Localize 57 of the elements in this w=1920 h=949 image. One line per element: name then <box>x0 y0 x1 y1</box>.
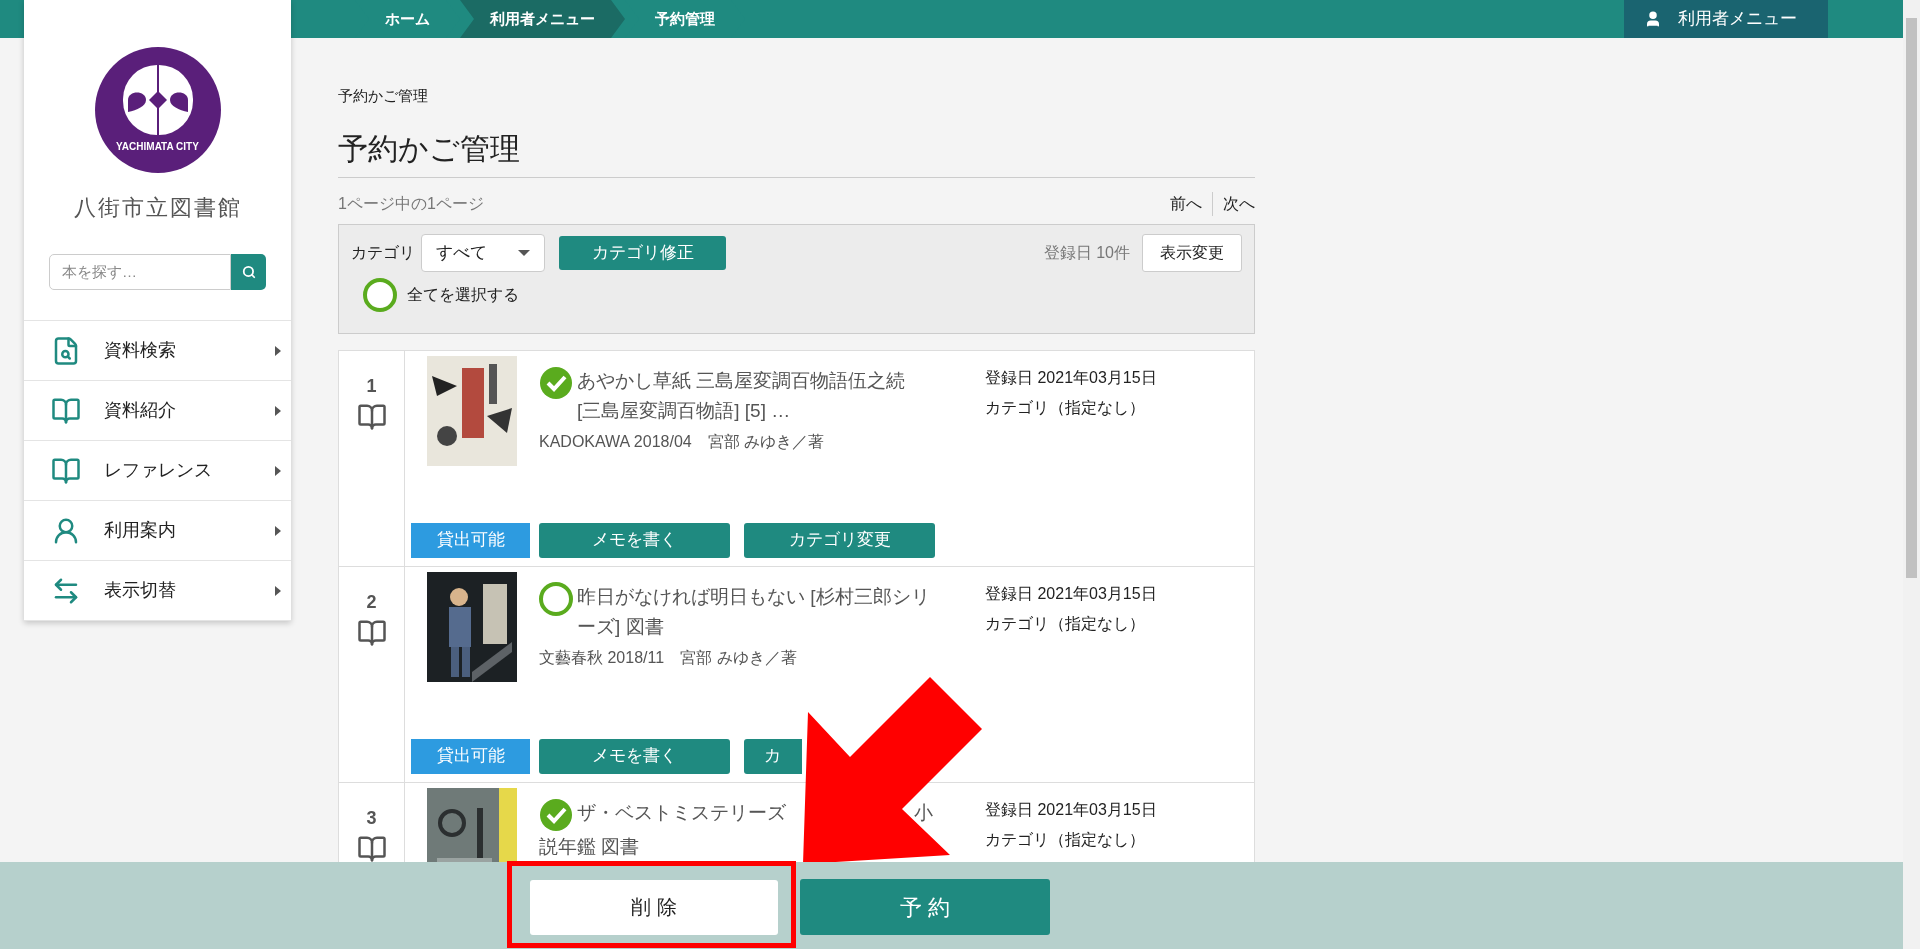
write-memo-button[interactable]: メモを書く <box>539 522 730 558</box>
item-number: 3 <box>366 806 377 830</box>
change-category-button[interactable]: カテゴリ変更 <box>744 522 935 558</box>
item-number: 2 <box>366 590 377 614</box>
logo-text: YACHIMATA CITY <box>115 141 200 153</box>
registered-date: 登録日 2021年03月15日 <box>985 583 1157 604</box>
sort-info: 登録日 10件 <box>1043 242 1130 263</box>
book-title[interactable]: ザ・ベストミステリーズ <box>577 797 786 828</box>
delete-button[interactable]: 削 除 <box>530 879 778 935</box>
category-value: カテゴリ（指定なし） <box>985 613 1146 634</box>
dropdown-caret-icon <box>518 249 530 256</box>
page-breadcrumb: 予約かご管理 <box>338 86 429 106</box>
sidebar-menu-item[interactable]: 表示切替 <box>24 561 291 621</box>
category-select[interactable]: すべて <box>421 233 545 272</box>
caret-icon <box>275 525 281 536</box>
category-value: カテゴリ（指定なし） <box>985 397 1146 418</box>
caret-icon <box>275 345 281 356</box>
breadcrumb-link[interactable]: 利用者メニュー <box>460 0 625 38</box>
page-title: 予約かご管理 <box>338 125 1255 178</box>
availability-status: 貸出可能 <box>411 738 530 774</box>
previous-link[interactable]: 前へ <box>1170 191 1213 216</box>
sidebar-menu-item[interactable]: 利用案内 <box>24 501 291 561</box>
caret-icon <box>275 585 281 596</box>
search-icon <box>241 265 256 279</box>
sidebar-menu-item[interactable]: 資料検索 <box>24 321 291 381</box>
display-change-button[interactable]: 表示変更 <box>1142 233 1242 272</box>
category-edit-button[interactable]: カテゴリ修正 <box>559 235 726 270</box>
book-meta: 文藝春秋 2018/11 宮部 みゆき／著 <box>539 647 798 668</box>
book-title[interactable]: 小 <box>914 797 933 828</box>
search-field[interactable]: 本を探す… <box>49 254 231 290</box>
category-label: カテゴリ <box>351 242 415 263</box>
sidebar-menu-item[interactable]: レファレンス <box>24 441 291 501</box>
user-icon <box>1644 10 1662 28</box>
caret-icon <box>275 465 281 476</box>
reserve-button[interactable]: 予 約 <box>800 879 1050 935</box>
registered-date: 登録日 2021年03月15日 <box>985 799 1157 820</box>
change-category-button[interactable]: カ <box>744 738 802 774</box>
select-all-label: 全てを選択する <box>407 284 519 305</box>
sidebar-menu-item[interactable]: 資料紹介 <box>24 381 291 441</box>
user-menu-button[interactable]: 利用者メニュー <box>1624 0 1828 38</box>
city-emblem-icon <box>94 47 221 173</box>
checked-circle-icon[interactable] <box>539 365 573 400</box>
caret-icon <box>275 405 281 416</box>
book-title[interactable]: 昨日がなければ明日もない [杉村三郎シリーズ] 図書 <box>577 581 934 642</box>
next-link[interactable]: 次へ <box>1213 191 1255 216</box>
write-memo-button[interactable]: メモを書く <box>539 738 730 774</box>
book-title[interactable]: あやかし草紙 三島屋変調百物語伍之続 [三島屋変調百物語] [5] … <box>577 365 934 426</box>
checked-circle-icon[interactable] <box>539 797 573 832</box>
library-name: 八街市立図書館 <box>73 194 242 222</box>
page-info: 1ページ中の1ページ <box>338 193 485 214</box>
item-number: 1 <box>366 374 377 398</box>
book-title[interactable]: 説年鑑 図書 <box>539 831 640 862</box>
book-meta: KADOKAWA 2018/04 宮部 みゆき／著 <box>539 431 826 452</box>
search-button[interactable] <box>231 254 266 290</box>
availability-status: 貸出可能 <box>411 522 530 558</box>
registered-date: 登録日 2021年03月15日 <box>985 367 1157 388</box>
category-value: カテゴリ（指定なし） <box>985 829 1146 850</box>
